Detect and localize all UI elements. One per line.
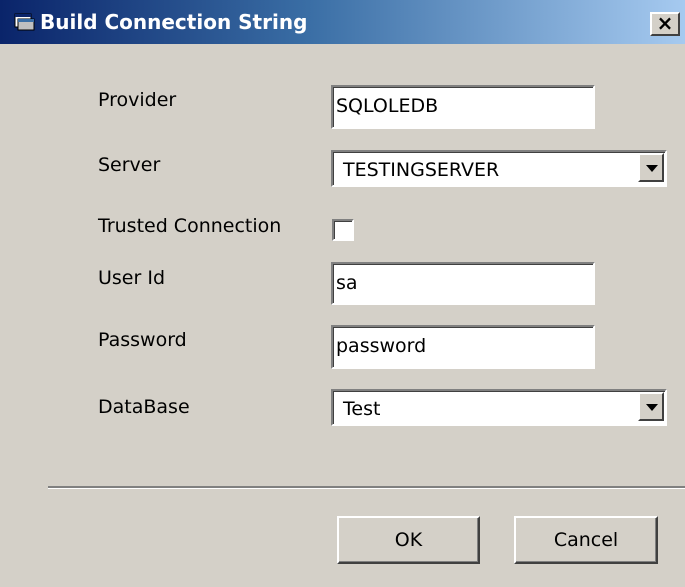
title-bar: Build Connection String × — [0, 0, 685, 44]
trusted-connection-label: Trusted Connection — [98, 215, 282, 237]
user-id-input[interactable]: sa — [331, 262, 595, 305]
user-id-label: User Id — [98, 267, 166, 289]
database-selected-value: Test — [343, 398, 381, 420]
provider-label: Provider — [98, 89, 177, 111]
server-selected-value: TESTINGSERVER — [343, 159, 500, 181]
provider-input[interactable]: SQLOLEDB — [331, 85, 595, 129]
server-dropdown-button[interactable] — [638, 153, 664, 182]
ok-button[interactable]: OK — [337, 516, 480, 564]
close-button[interactable]: × — [650, 12, 680, 36]
window-title: Build Connection String — [40, 10, 308, 34]
window-app-icon — [14, 13, 35, 31]
password-input[interactable]: password — [331, 325, 595, 369]
chevron-down-icon — [646, 165, 658, 172]
close-icon: × — [656, 11, 674, 35]
chevron-down-icon — [646, 404, 658, 411]
cancel-button[interactable]: Cancel — [514, 516, 658, 564]
password-label: Password — [98, 329, 187, 351]
divider — [48, 486, 685, 489]
database-label: DataBase — [98, 396, 190, 418]
database-dropdown-button[interactable] — [638, 392, 664, 421]
database-combobox[interactable]: Test — [331, 389, 667, 426]
server-label: Server — [98, 154, 161, 176]
trusted-connection-checkbox[interactable] — [332, 219, 354, 241]
build-connection-string-dialog: Build Connection String × Provider SQLOL… — [0, 0, 685, 587]
server-combobox[interactable]: TESTINGSERVER — [331, 150, 667, 187]
